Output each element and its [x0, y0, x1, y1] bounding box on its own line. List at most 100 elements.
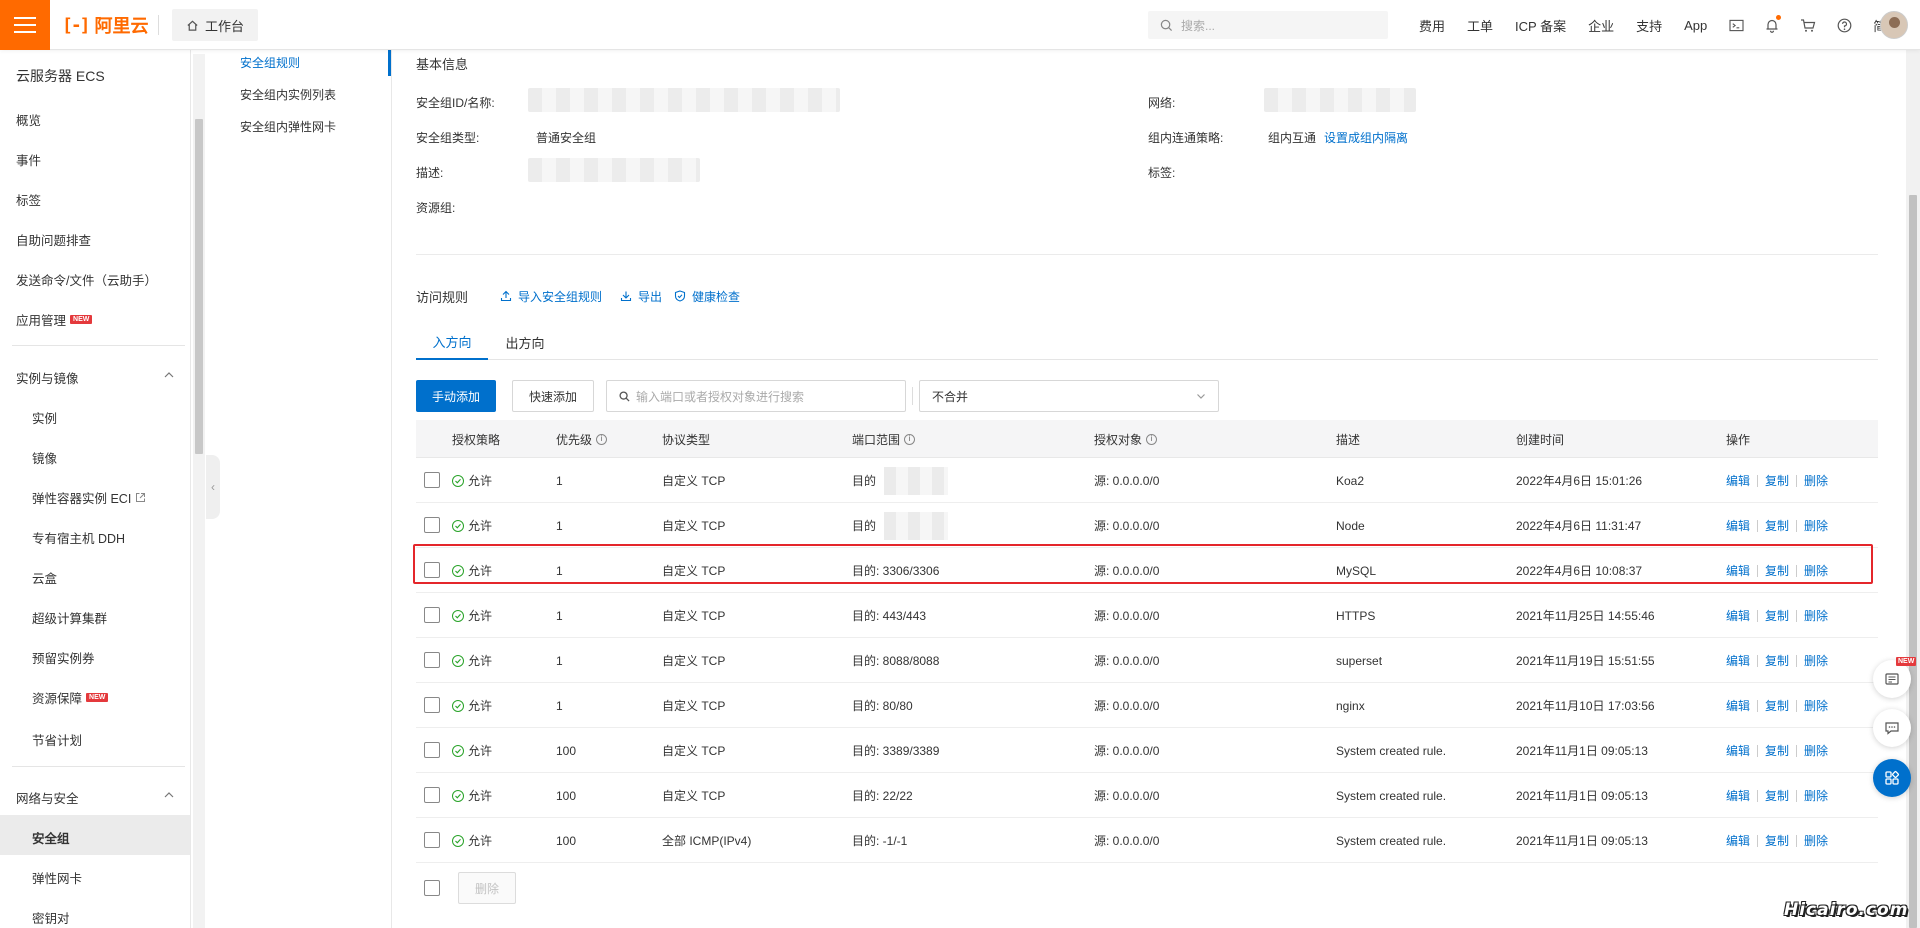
row-checkbox[interactable]	[424, 742, 440, 758]
row-checkbox[interactable]	[424, 472, 440, 488]
nav-app[interactable]: App	[1673, 18, 1718, 33]
sidebar-item-cloud-box[interactable]: 云盒	[32, 568, 57, 587]
chevron-up-icon[interactable]	[164, 370, 174, 380]
merge-select[interactable]: 不合并	[919, 380, 1220, 412]
delete-rule-link[interactable]: 删除	[1797, 742, 1835, 759]
sidebar-item-reserved[interactable]: 预留实例券	[32, 648, 95, 667]
copy-rule-link[interactable]: 复制	[1758, 652, 1796, 669]
sidebar-item-key-pairs[interactable]: 密钥对	[32, 908, 70, 927]
sidebar-item-overview[interactable]: 概览	[16, 110, 41, 129]
delete-rule-link[interactable]: 删除	[1797, 832, 1835, 849]
row-checkbox[interactable]	[424, 562, 440, 578]
sidebar-scrollbar-thumb[interactable]	[195, 119, 203, 454]
sidebar-item-events[interactable]: 事件	[16, 150, 41, 169]
sidebar-item-troubleshoot[interactable]: 自助问题排查	[16, 230, 91, 249]
delete-rule-link[interactable]: 删除	[1797, 607, 1835, 624]
submenu-item-enis[interactable]: 安全组内弹性网卡	[240, 118, 336, 135]
edit-rule-link[interactable]: 编辑	[1719, 697, 1757, 714]
copy-rule-link[interactable]: 复制	[1758, 562, 1796, 579]
help-icon[interactable]	[1826, 18, 1862, 33]
chevron-up-icon[interactable]	[164, 790, 174, 800]
cart-icon[interactable]	[1790, 18, 1826, 33]
info-icon[interactable]: i	[596, 433, 608, 445]
export-rules-button[interactable]: 导出	[620, 288, 662, 305]
submenu-item-rules[interactable]: 安全组规则	[240, 54, 300, 71]
row-checkbox[interactable]	[424, 697, 440, 713]
tab-outbound[interactable]: 出方向	[488, 328, 562, 360]
copy-rule-link[interactable]: 复制	[1758, 697, 1796, 714]
page-scrollbar[interactable]	[1906, 50, 1920, 928]
sidebar-group-network[interactable]: 网络与安全	[16, 788, 79, 807]
copy-rule-link[interactable]: 复制	[1758, 517, 1796, 534]
set-isolation-link[interactable]: 设置成组内隔离	[1324, 129, 1408, 146]
edit-rule-link[interactable]: 编辑	[1719, 787, 1757, 804]
sidebar-item-scc[interactable]: 超级计算集群	[32, 608, 107, 627]
rule-search-input[interactable]: 输入端口或者授权对象进行搜索	[606, 380, 907, 412]
sidebar-item-eci[interactable]: 弹性容器实例 ECI	[32, 488, 146, 507]
copy-rule-link[interactable]: 复制	[1758, 832, 1796, 849]
protocol-cell: 自定义 TCP	[662, 564, 726, 578]
delete-rule-link[interactable]: 删除	[1797, 697, 1835, 714]
add-manual-button[interactable]: 手动添加	[416, 380, 497, 412]
health-check-button[interactable]: 健康检查	[674, 288, 740, 305]
sidebar-item-ddh[interactable]: 专有宿主机 DDH	[32, 528, 125, 547]
delete-rule-link[interactable]: 删除	[1797, 517, 1835, 534]
priority-cell: 1	[556, 698, 563, 713]
copy-rule-link[interactable]: 复制	[1758, 787, 1796, 804]
sidebar-item-savings-plan[interactable]: 节省计划	[32, 730, 82, 749]
tab-inbound[interactable]: 入方向	[416, 328, 488, 360]
delete-rule-link[interactable]: 删除	[1797, 472, 1835, 489]
copy-rule-link[interactable]: 复制	[1758, 472, 1796, 489]
aliyun-logo[interactable]: [-] 阿里云	[62, 13, 149, 37]
user-avatar[interactable]	[1880, 11, 1908, 39]
add-quick-button[interactable]: 快速添加	[512, 380, 595, 412]
sidebar-item-security-group[interactable]	[0, 815, 190, 855]
row-checkbox[interactable]	[424, 832, 440, 848]
sidebar-item-eni[interactable]: 弹性网卡	[32, 868, 82, 887]
edit-rule-link[interactable]: 编辑	[1719, 742, 1757, 759]
workbench-button[interactable]: 工作台	[172, 9, 259, 41]
nav-icp[interactable]: ICP 备案	[1504, 16, 1577, 35]
floating-apps-button[interactable]	[1873, 759, 1911, 797]
nav-enterprise[interactable]: 企业	[1577, 16, 1625, 35]
nav-tickets[interactable]: 工单	[1456, 16, 1504, 35]
delete-rule-link[interactable]: 删除	[1797, 787, 1835, 804]
info-icon[interactable]: i	[904, 433, 916, 445]
delete-rule-link[interactable]: 删除	[1797, 562, 1835, 579]
edit-rule-link[interactable]: 编辑	[1719, 517, 1757, 534]
submenu-item-instances[interactable]: 安全组内实例列表	[240, 86, 336, 103]
sidebar-group-instances[interactable]: 实例与镜像	[16, 368, 79, 387]
delete-rule-link[interactable]: 删除	[1797, 652, 1835, 669]
bulk-delete-button[interactable]: 删除	[458, 872, 517, 904]
menu-toggle-button[interactable]	[0, 0, 50, 50]
edit-rule-link[interactable]: 编辑	[1719, 607, 1757, 624]
copy-rule-link[interactable]: 复制	[1758, 607, 1796, 624]
nav-support[interactable]: 支持	[1625, 16, 1673, 35]
sidebar-item-app-management[interactable]: 应用管理 NEW	[16, 310, 93, 329]
global-search-input[interactable]: 搜索...	[1148, 11, 1388, 39]
row-checkbox[interactable]	[424, 787, 440, 803]
select-all-checkbox[interactable]	[424, 880, 440, 896]
page-scrollbar-thumb[interactable]	[1909, 195, 1917, 928]
floating-chat-button[interactable]	[1873, 709, 1911, 747]
edit-rule-link[interactable]: 编辑	[1719, 832, 1757, 849]
collapse-sidebar-button[interactable]: ‹	[206, 455, 220, 519]
sidebar-item-images[interactable]: 镜像	[32, 448, 57, 467]
edit-rule-link[interactable]: 编辑	[1719, 562, 1757, 579]
bell-icon[interactable]	[1754, 14, 1790, 33]
sidebar-item-resource-assurance[interactable]: 资源保障 NEW	[32, 688, 109, 707]
copy-rule-link[interactable]: 复制	[1758, 742, 1796, 759]
row-checkbox[interactable]	[424, 517, 440, 533]
edit-rule-link[interactable]: 编辑	[1719, 472, 1757, 489]
import-rules-button[interactable]: 导入安全组规则	[500, 288, 602, 305]
sidebar-scrollbar[interactable]	[193, 54, 205, 928]
row-checkbox[interactable]	[424, 607, 440, 623]
info-icon[interactable]: i	[1146, 433, 1158, 445]
terminal-icon[interactable]	[1718, 19, 1754, 32]
edit-rule-link[interactable]: 编辑	[1719, 652, 1757, 669]
sidebar-item-instances[interactable]: 实例	[32, 408, 57, 427]
sidebar-item-cloud-assistant[interactable]: 发送命令/文件（云助手）	[16, 270, 157, 289]
sidebar-item-tags[interactable]: 标签	[16, 190, 41, 209]
nav-billing[interactable]: 费用	[1408, 16, 1456, 35]
row-checkbox[interactable]	[424, 652, 440, 668]
